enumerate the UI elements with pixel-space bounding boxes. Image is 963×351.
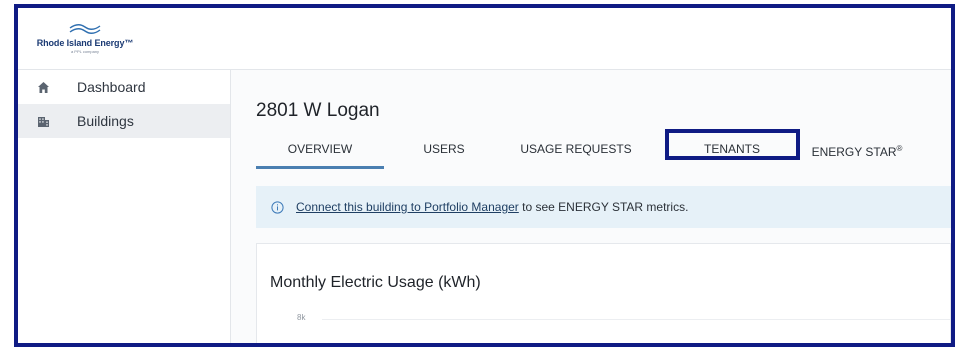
tab-label: OVERVIEW bbox=[287, 142, 353, 156]
brand-name: Rhode Island Energy™ bbox=[36, 38, 134, 48]
tab-label: TENANTS bbox=[703, 142, 760, 156]
y-axis-tick: 8k bbox=[297, 313, 306, 322]
banner-text: to see ENERGY STAR metrics. bbox=[518, 200, 689, 214]
sidebar-item-dashboard[interactable]: Dashboard bbox=[18, 70, 230, 104]
banner-message: Connect this building to Portfolio Manag… bbox=[296, 200, 688, 214]
brand-tagline: a PPL company bbox=[70, 49, 100, 54]
page-title: 2801 W Logan bbox=[256, 100, 380, 121]
chart-title: Monthly Electric Usage (kWh) bbox=[270, 274, 481, 291]
tab-label: USERS bbox=[423, 142, 465, 156]
sidebar-item-label: Dashboard bbox=[77, 79, 146, 95]
tab-bar: OVERVIEW USERS USAGE REQUESTS TENANTS EN… bbox=[256, 129, 951, 169]
sidebar-item-label: Buildings bbox=[77, 113, 134, 129]
tab-usage-requests[interactable]: USAGE REQUESTS bbox=[506, 134, 646, 166]
tab-users[interactable]: USERS bbox=[401, 134, 487, 166]
usage-chart-card: Monthly Electric Usage (kWh) 8k 7k bbox=[256, 243, 951, 343]
tab-label: USAGE REQUESTS bbox=[520, 142, 632, 156]
tab-energy-star[interactable]: ENERGY STAR® bbox=[811, 134, 903, 166]
main-content: 2801 W Logan OVERVIEW USERS USAGE REQUES… bbox=[231, 70, 951, 343]
home-icon bbox=[36, 80, 50, 94]
building-icon bbox=[36, 114, 50, 128]
top-bar: Rhode Island Energy™ a PPL company bbox=[18, 8, 951, 70]
wave-logo-icon bbox=[69, 24, 101, 34]
grid-line bbox=[322, 319, 950, 320]
tab-overview[interactable]: OVERVIEW bbox=[256, 134, 384, 169]
y-axis-tick: 7k bbox=[297, 345, 305, 347]
screenshot-frame: Rhode Island Energy™ a PPL company Dashb… bbox=[14, 4, 955, 347]
tab-label: ENERGY STAR bbox=[811, 145, 897, 159]
sidebar: Dashboard Buildings bbox=[18, 70, 231, 343]
info-icon bbox=[271, 200, 284, 214]
registered-mark: ® bbox=[896, 144, 903, 153]
tab-tenants[interactable]: TENANTS bbox=[666, 134, 798, 166]
sidebar-item-buildings[interactable]: Buildings bbox=[18, 104, 230, 138]
portfolio-manager-link[interactable]: Connect this building to Portfolio Manag… bbox=[296, 200, 519, 214]
info-banner: Connect this building to Portfolio Manag… bbox=[256, 186, 951, 228]
brand-logo[interactable]: Rhode Island Energy™ a PPL company bbox=[28, 22, 142, 62]
